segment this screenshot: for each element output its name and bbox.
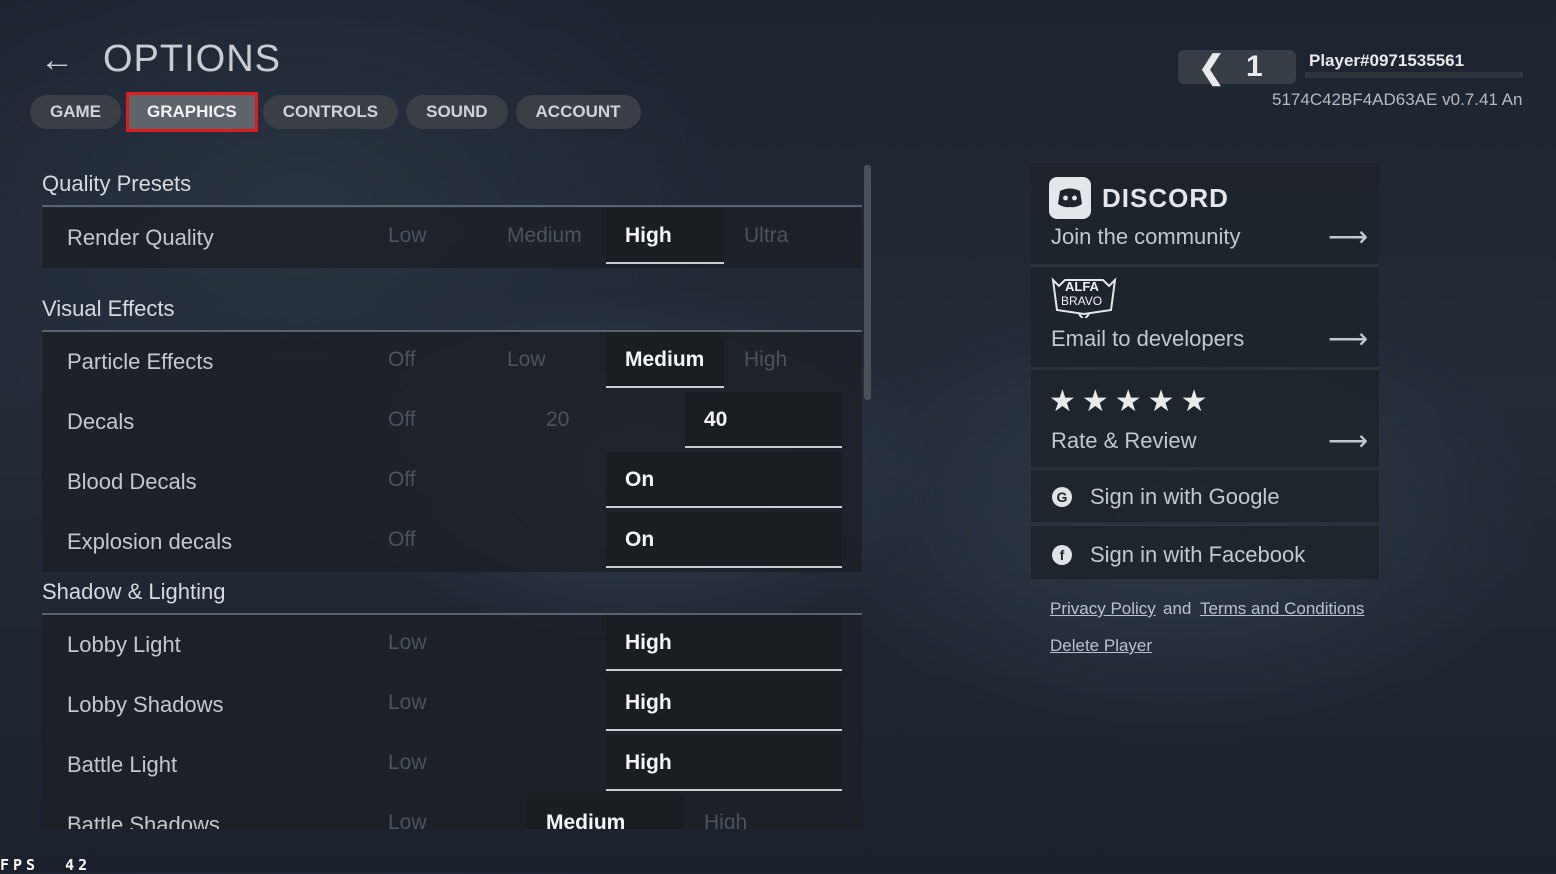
tab-bar: GAME GRAPHICS CONTROLS SOUND ACCOUNT bbox=[30, 92, 641, 132]
section-visual-effects: Visual Effects bbox=[42, 294, 862, 332]
setting-row-lobby-shadows: Lobby Shadows Low High bbox=[42, 675, 862, 735]
privacy-policy-link[interactable]: Privacy Policy bbox=[1050, 599, 1156, 619]
google-signin-text: Sign in with Google bbox=[1090, 484, 1280, 509]
discord-wordmark: DISCORD bbox=[1102, 183, 1229, 213]
player-id-version: 5174C42BF4AD63AE v0.7.41 An bbox=[1272, 90, 1523, 109]
player-level: 1 bbox=[1246, 50, 1263, 83]
setting-label: Render Quality bbox=[67, 225, 214, 250]
tab-sound[interactable]: SOUND bbox=[406, 95, 508, 129]
setting-row-render-quality: Render Quality Low Medium High Ultra bbox=[42, 208, 862, 268]
settings-panel: Quality Presets Render Quality Low Mediu… bbox=[42, 165, 870, 829]
alfa-logo-line1: ALFA bbox=[1065, 279, 1099, 294]
option-low[interactable]: Low bbox=[369, 735, 605, 791]
setting-label: Particle Effects bbox=[67, 349, 214, 374]
chevron-left-icon: ❮ bbox=[1198, 49, 1225, 85]
option-on-selected[interactable]: On bbox=[606, 512, 842, 568]
option-high-selected[interactable]: High bbox=[606, 675, 842, 731]
delete-player-link[interactable]: Delete Player bbox=[1050, 636, 1152, 656]
option-medium[interactable]: Medium bbox=[488, 208, 606, 264]
setting-row-battle-light: Battle Light Low High bbox=[42, 735, 862, 795]
option-low[interactable]: Low bbox=[369, 208, 487, 264]
developers-card-text: Email to developers bbox=[1051, 326, 1245, 351]
rating-stars-icon: ★★★★★ bbox=[1049, 385, 1214, 418]
option-medium-selected[interactable]: Medium bbox=[527, 795, 684, 829]
option-low[interactable]: Low bbox=[369, 795, 526, 829]
level-badge[interactable] bbox=[1178, 50, 1296, 84]
setting-row-particle-effects: Particle Effects Off Low Medium High bbox=[42, 332, 862, 392]
setting-label: Battle Shadows bbox=[67, 812, 220, 829]
arrow-right-icon: ⟶ bbox=[1328, 221, 1369, 252]
setting-label: Explosion decals bbox=[67, 529, 233, 554]
option-ultra[interactable]: Ultra bbox=[725, 208, 843, 264]
option-low[interactable]: Low bbox=[369, 615, 605, 671]
settings-scrollbar[interactable] bbox=[864, 165, 871, 400]
section-shadow-lighting: Shadow & Lighting bbox=[42, 577, 862, 615]
discord-card-text: Join the community bbox=[1051, 224, 1241, 249]
fps-counter: FPS 42 bbox=[0, 856, 91, 874]
option-high[interactable]: High bbox=[685, 795, 842, 829]
option-20[interactable]: 20 bbox=[527, 392, 684, 448]
option-high-selected[interactable]: High bbox=[606, 735, 842, 791]
rate-review-text: Rate & Review bbox=[1051, 428, 1197, 453]
option-low[interactable]: Low bbox=[488, 332, 606, 388]
option-40-selected[interactable]: 40 bbox=[685, 392, 842, 448]
tab-game[interactable]: GAME bbox=[30, 95, 121, 129]
option-high[interactable]: High bbox=[725, 332, 843, 388]
section-quality-presets: Quality Presets bbox=[42, 169, 862, 207]
alfa-logo-line2: BRAVO bbox=[1061, 294, 1103, 308]
option-on-selected[interactable]: On bbox=[606, 452, 842, 508]
tab-graphics[interactable]: GRAPHICS bbox=[126, 92, 258, 132]
setting-label: Decals bbox=[67, 409, 135, 434]
option-off[interactable]: Off bbox=[369, 512, 605, 568]
option-low[interactable]: Low bbox=[369, 675, 605, 731]
fps-value: 42 bbox=[65, 856, 92, 874]
page-title: OPTIONS bbox=[103, 38, 282, 80]
option-medium-selected[interactable]: Medium bbox=[606, 332, 724, 388]
setting-label: Lobby Light bbox=[67, 632, 181, 657]
tab-account[interactable]: ACCOUNT bbox=[515, 95, 641, 129]
option-high-selected[interactable]: High bbox=[606, 208, 724, 264]
google-icon: G bbox=[1052, 487, 1072, 507]
setting-row-blood-decals: Blood Decals Off On bbox=[42, 452, 862, 512]
setting-label: Lobby Shadows bbox=[67, 692, 224, 717]
setting-row-lobby-light: Lobby Light Low High bbox=[42, 615, 862, 675]
option-off[interactable]: Off bbox=[369, 452, 605, 508]
player-name: Player#0971535561 bbox=[1309, 51, 1465, 70]
setting-label: Blood Decals bbox=[67, 469, 197, 494]
back-arrow-icon[interactable]: ← bbox=[40, 40, 82, 80]
setting-row-decals: Decals Off 20 40 bbox=[42, 392, 862, 452]
option-high-selected[interactable]: High bbox=[606, 615, 842, 671]
arrow-right-icon: ⟶ bbox=[1328, 425, 1369, 456]
option-off[interactable]: Off bbox=[369, 332, 487, 388]
option-off[interactable]: Off bbox=[369, 392, 526, 448]
tab-controls[interactable]: CONTROLS bbox=[262, 95, 399, 129]
player-name-bar bbox=[1305, 72, 1523, 78]
setting-label: Battle Light bbox=[67, 752, 178, 777]
alfa-bravo-logo: ALFA BRAVO bbox=[1049, 276, 1119, 322]
setting-row-battle-shadows: Battle Shadows Low Medium High bbox=[42, 795, 862, 829]
arrow-right-icon: ⟶ bbox=[1328, 323, 1369, 354]
terms-link[interactable]: Terms and Conditions bbox=[1200, 599, 1364, 619]
facebook-signin-text: Sign in with Facebook bbox=[1090, 542, 1306, 567]
facebook-icon: f bbox=[1052, 545, 1072, 565]
fps-label: FPS bbox=[0, 856, 40, 874]
discord-icon bbox=[1049, 177, 1091, 219]
links-and-text: and bbox=[1163, 599, 1192, 618]
setting-row-explosion-decals: Explosion decals Off On bbox=[42, 512, 862, 572]
